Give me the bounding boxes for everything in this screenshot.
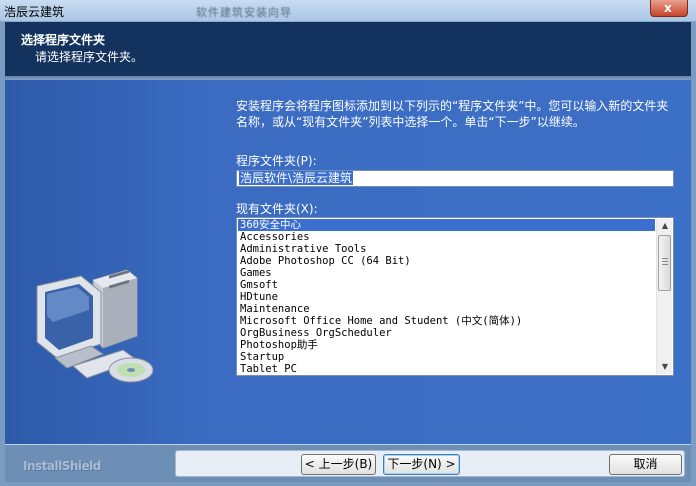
list-item[interactable]: Microsoft Office Home and Student (中文(简体… (238, 315, 655, 327)
scroll-thumb[interactable] (658, 235, 671, 291)
list-item[interactable]: Games (238, 267, 655, 279)
scroll-up-icon[interactable]: ▲ (657, 219, 673, 233)
close-icon: x (664, 1, 672, 15)
obscured-title: 软件建筑安装向导 (196, 6, 292, 19)
program-folder-input[interactable]: 浩辰软件\浩辰云建筑 (236, 170, 674, 187)
window-title: 浩辰云建筑 (4, 5, 65, 19)
list-item[interactable]: Administrative Tools (238, 243, 655, 255)
list-item[interactable]: Startup (238, 351, 655, 363)
list-content: 360安全中心 Accessories Administrative Tools Ad… (238, 219, 655, 374)
installshield-logo: InstallShield (23, 459, 101, 473)
close-button[interactable]: x (650, 0, 688, 17)
list-item[interactable]: HDtune (238, 291, 655, 303)
back-button[interactable]: < 上一步(B) (301, 454, 376, 475)
list-item[interactable]: Adobe Photoshop CC (64 Bit) (238, 255, 655, 267)
existing-folders-label: 现有文件夹(X): (236, 202, 318, 216)
footer-bar: InstallShield < 上一步(B) 下一步(N) > 取消 (5, 444, 691, 482)
description-text: 安装程序会将程序图标添加到以下列示的“程序文件夹”中。您可以输入新的文件夹名称，… (236, 99, 669, 129)
list-item[interactable]: 360安全中心 (238, 219, 655, 231)
scroll-down-icon[interactable]: ▼ (657, 360, 673, 374)
next-button[interactable]: 下一步(N) > (383, 454, 460, 475)
title-bar: 浩辰云建筑 软件建筑安装向导 x (0, 0, 696, 22)
list-item[interactable]: Gmsoft (238, 279, 655, 291)
program-folder-label: 程序文件夹(P): (236, 154, 317, 168)
page-title: 选择程序文件夹 (21, 33, 106, 47)
computer-cd-icon (36, 269, 154, 383)
existing-folders-list[interactable]: 360安全中心 Accessories Administrative Tools Ad… (236, 217, 674, 376)
main-panel: 安装程序会将程序图标添加到以下列示的“程序文件夹”中。您可以输入新的文件夹名称，… (5, 80, 691, 444)
list-item[interactable]: Photoshop助手 (238, 339, 655, 351)
list-item[interactable]: Accessories (238, 231, 655, 243)
button-group: < 上一步(B) 下一步(N) > 取消 (175, 450, 685, 477)
cancel-button[interactable]: 取消 (609, 454, 682, 475)
program-folder-value: 浩辰软件\浩辰云建筑 (239, 171, 354, 185)
list-item[interactable]: Tablet PC (238, 363, 655, 374)
list-scrollbar[interactable]: ▲ ▼ (656, 219, 672, 374)
list-item[interactable]: OrgBusiness OrgScheduler (238, 327, 655, 339)
header-panel: 选择程序文件夹 请选择程序文件夹。 (5, 22, 691, 78)
page-subtitle: 请选择程序文件夹。 (35, 50, 144, 64)
list-item[interactable]: Maintenance (238, 303, 655, 315)
